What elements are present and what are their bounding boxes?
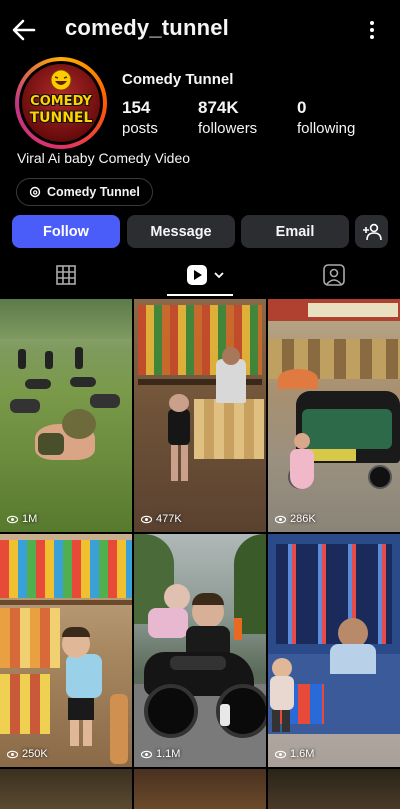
profile-username: comedy_tunnel: [65, 15, 229, 40]
followers-label: followers: [198, 120, 258, 137]
eye-icon: [141, 750, 152, 758]
view-count: 1M: [7, 513, 37, 525]
more-vertical-icon[interactable]: [368, 18, 376, 42]
threads-icon: [29, 186, 41, 198]
follow-button[interactable]: Follow: [12, 215, 120, 248]
view-count: 250K: [7, 748, 48, 760]
threads-chip-label: Comedy Tunnel: [47, 185, 140, 199]
reel-thumbnail[interactable]: 1M: [0, 299, 132, 532]
view-count: 286K: [275, 513, 316, 525]
following-count[interactable]: 0 following: [297, 98, 355, 137]
eye-icon: [7, 750, 18, 758]
reel-thumbnail[interactable]: [0, 769, 132, 809]
reel-thumbnail[interactable]: 1.1M: [134, 534, 266, 767]
view-count-value: 1.1M: [156, 748, 181, 760]
avatar[interactable]: COMEDY TUNNEL: [15, 57, 107, 149]
view-count-value: 1.6M: [290, 748, 315, 760]
view-count: 1.6M: [275, 748, 314, 760]
eye-icon: [275, 750, 286, 758]
display-name: Comedy Tunnel: [122, 71, 234, 88]
followers-count[interactable]: 874K followers: [198, 98, 257, 137]
add-person-button[interactable]: [355, 215, 388, 248]
email-button[interactable]: Email: [241, 215, 349, 248]
view-count-value: 286K: [290, 513, 316, 525]
view-count: 477K: [141, 513, 182, 525]
posts-label: posts: [122, 120, 158, 137]
following-label: following: [297, 120, 356, 137]
laughing-emoji-icon: [50, 69, 72, 91]
view-count-value: 1M: [22, 513, 38, 525]
tab-reels[interactable]: [180, 252, 230, 297]
eye-icon: [275, 515, 286, 523]
message-button[interactable]: Message: [127, 215, 235, 248]
profile-tabs: [0, 252, 400, 297]
top-bar: comedy_tunnel: [0, 0, 400, 60]
reel-thumbnail[interactable]: 1.6M: [268, 534, 400, 767]
tab-tagged[interactable]: [312, 252, 356, 297]
reel-thumbnail[interactable]: [268, 769, 400, 809]
reel-thumbnail[interactable]: 286K: [268, 299, 400, 532]
view-count-value: 477K: [156, 513, 182, 525]
arrow-left-icon[interactable]: [10, 16, 38, 44]
followers-value: 874K: [198, 98, 239, 117]
view-count-value: 250K: [22, 748, 48, 760]
threads-link-chip[interactable]: Comedy Tunnel: [16, 178, 153, 206]
tagged-icon: [323, 263, 345, 286]
profile-bio: Viral Ai baby Comedy Video: [17, 150, 191, 166]
reels-icon: [186, 264, 207, 285]
comedy-tunnel-logo: COMEDY TUNNEL: [22, 64, 100, 142]
chevron-down-icon: [213, 271, 224, 278]
view-count: 1.1M: [141, 748, 180, 760]
reel-thumbnail[interactable]: [134, 769, 266, 809]
eye-icon: [141, 515, 152, 523]
tab-grid[interactable]: [44, 252, 88, 297]
eye-icon: [7, 515, 18, 523]
following-value: 0: [297, 98, 307, 117]
logo-text-top: COMEDY: [30, 94, 92, 109]
active-tab-indicator: [167, 294, 233, 296]
grid-icon: [56, 264, 76, 285]
posts-count: 154 posts: [122, 98, 158, 137]
add-person-icon: [362, 223, 382, 240]
reel-thumbnail[interactable]: 250K: [0, 534, 132, 767]
logo-text-bottom: TUNNEL: [29, 110, 93, 126]
posts-value: 154: [122, 98, 151, 117]
reel-thumbnail[interactable]: 477K: [134, 299, 266, 532]
